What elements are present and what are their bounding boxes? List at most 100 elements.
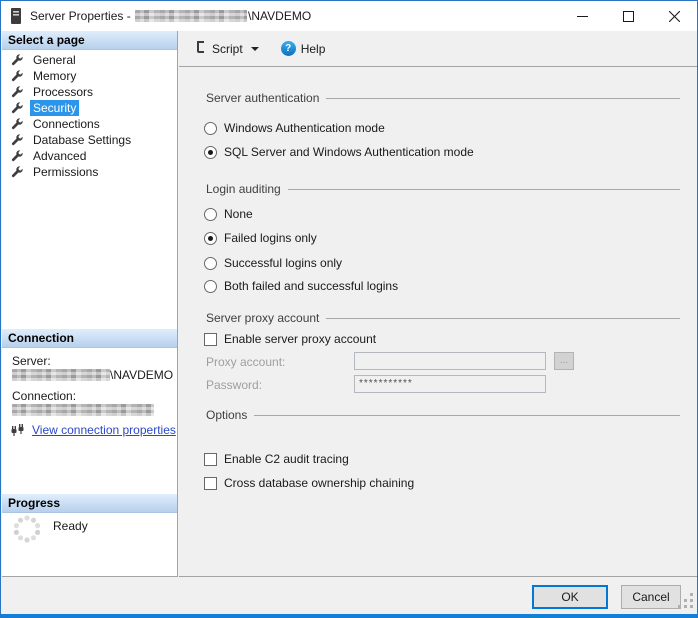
sidebar-item-general[interactable]: General (2, 52, 177, 68)
maximize-button[interactable] (605, 1, 651, 31)
checkbox-icon (204, 453, 217, 466)
section-title: Server authentication (206, 91, 326, 105)
section-server-authentication: Server authentication (206, 91, 680, 105)
server-label: Server: (12, 354, 51, 368)
section-login-auditing: Login auditing (206, 182, 680, 196)
sidebar-item-label: Advanced (30, 148, 89, 164)
titlebar: Server Properties - \NAVDEMO (1, 1, 697, 31)
toolbar: Script ? Help (179, 31, 698, 67)
sidebar-item-label: Security (30, 100, 79, 116)
view-connection-properties-link[interactable]: View connection properties (32, 423, 176, 437)
sidebar-item-label: Connections (30, 116, 103, 132)
sidebar-item-label: Processors (30, 84, 96, 100)
connection-label: Connection: (12, 389, 76, 403)
wrench-icon (11, 86, 24, 99)
page-list: General Memory Processors Security Conne… (2, 52, 177, 180)
script-icon (193, 40, 207, 57)
footer: OK Cancel (2, 578, 698, 615)
sidebar-item-connections[interactable]: Connections (2, 116, 177, 132)
radio-sql-and-windows-authentication-mode[interactable]: SQL Server and Windows Authentication mo… (204, 144, 474, 160)
help-icon: ? (281, 41, 296, 56)
section-rule (326, 98, 680, 99)
sidebar-item-label: Database Settings (30, 132, 134, 148)
radio-label: Successful logins only (224, 256, 342, 270)
checkbox-label: Enable server proxy account (224, 332, 376, 346)
password-label: Password: (206, 378, 262, 392)
wrench-icon (11, 134, 24, 147)
sidebar: Select a page General Memory Processors … (2, 31, 178, 577)
section-title: Login auditing (206, 182, 288, 196)
app-icon (10, 8, 22, 24)
proxy-account-label: Proxy account: (206, 355, 285, 369)
wrench-icon (11, 70, 24, 83)
radio-label: SQL Server and Windows Authentication mo… (224, 145, 474, 159)
radio-icon (204, 232, 217, 245)
sidebar-item-advanced[interactable]: Advanced (2, 148, 177, 164)
checkbox-enable-c2-audit-tracing[interactable]: Enable C2 audit tracing (204, 451, 349, 467)
sidebar-item-security[interactable]: Security (2, 100, 177, 116)
radio-successful-logins-only[interactable]: Successful logins only (204, 255, 342, 271)
window-title-prefix: Server Properties - (30, 9, 134, 23)
section-rule (288, 189, 680, 190)
connection-value (12, 403, 154, 417)
select-a-page-header: Select a page (2, 31, 177, 50)
server-instance-suffix: \NAVDEMO (110, 368, 173, 382)
sidebar-item-database-settings[interactable]: Database Settings (2, 132, 177, 148)
radio-icon (204, 208, 217, 221)
window-title-suffix: \NAVDEMO (248, 9, 311, 23)
radio-none[interactable]: None (204, 206, 253, 222)
redacted-connection-user (12, 404, 154, 416)
radio-icon (204, 257, 217, 270)
resize-grip[interactable] (690, 605, 693, 608)
chevron-down-icon (251, 47, 259, 51)
checkbox-enable-server-proxy-account[interactable]: Enable server proxy account (204, 331, 376, 347)
browse-button: ... (554, 352, 574, 370)
wrench-icon (11, 150, 24, 163)
checkbox-cross-database-ownership-chaining[interactable]: Cross database ownership chaining (204, 475, 414, 491)
help-button[interactable]: ? Help (275, 37, 332, 61)
close-button[interactable] (651, 1, 697, 31)
section-options: Options (206, 408, 680, 422)
progress-spinner-icon (11, 513, 43, 548)
minimize-button[interactable] (559, 1, 605, 31)
section-title: Server proxy account (206, 311, 326, 325)
sidebar-item-permissions[interactable]: Permissions (2, 164, 177, 180)
sidebar-item-label: Memory (30, 68, 79, 84)
server-value: \NAVDEMO (12, 368, 173, 382)
radio-label: Both failed and successful logins (224, 279, 398, 293)
radio-icon (204, 122, 217, 135)
radio-both-failed-and-successful-logins[interactable]: Both failed and successful logins (204, 278, 398, 294)
radio-label: Failed logins only (224, 231, 317, 245)
help-label: Help (301, 42, 326, 56)
window-title: Server Properties - \NAVDEMO (30, 9, 311, 23)
redacted-server-name (12, 369, 110, 381)
wrench-icon (11, 54, 24, 67)
section-server-proxy-account: Server proxy account (206, 311, 680, 325)
connection-header: Connection (2, 329, 177, 348)
password-input: *********** (354, 375, 546, 393)
window-bottom-edge (1, 614, 697, 617)
sidebar-item-memory[interactable]: Memory (2, 68, 177, 84)
ok-button[interactable]: OK (532, 585, 608, 609)
cancel-button[interactable]: Cancel (621, 585, 681, 609)
window-controls (559, 1, 697, 31)
radio-icon (204, 280, 217, 293)
sidebar-item-label: General (30, 52, 79, 68)
wrench-icon (11, 102, 24, 115)
sidebar-item-label: Permissions (30, 164, 101, 180)
connection-link-row: View connection properties (11, 423, 176, 437)
connection-properties-icon (11, 424, 25, 437)
progress-header: Progress (2, 494, 177, 513)
radio-label: None (224, 207, 253, 221)
script-button[interactable]: Script (187, 37, 265, 61)
script-label: Script (212, 42, 243, 56)
redacted-server-name (135, 10, 247, 22)
wrench-icon (11, 118, 24, 131)
radio-icon (204, 146, 217, 159)
server-properties-dialog: Server Properties - \NAVDEMO Select a pa… (0, 0, 698, 618)
radio-windows-authentication-mode[interactable]: Windows Authentication mode (204, 120, 385, 136)
sidebar-item-processors[interactable]: Processors (2, 84, 177, 100)
radio-failed-logins-only[interactable]: Failed logins only (204, 230, 317, 246)
wrench-icon (11, 166, 24, 179)
checkbox-icon (204, 477, 217, 490)
